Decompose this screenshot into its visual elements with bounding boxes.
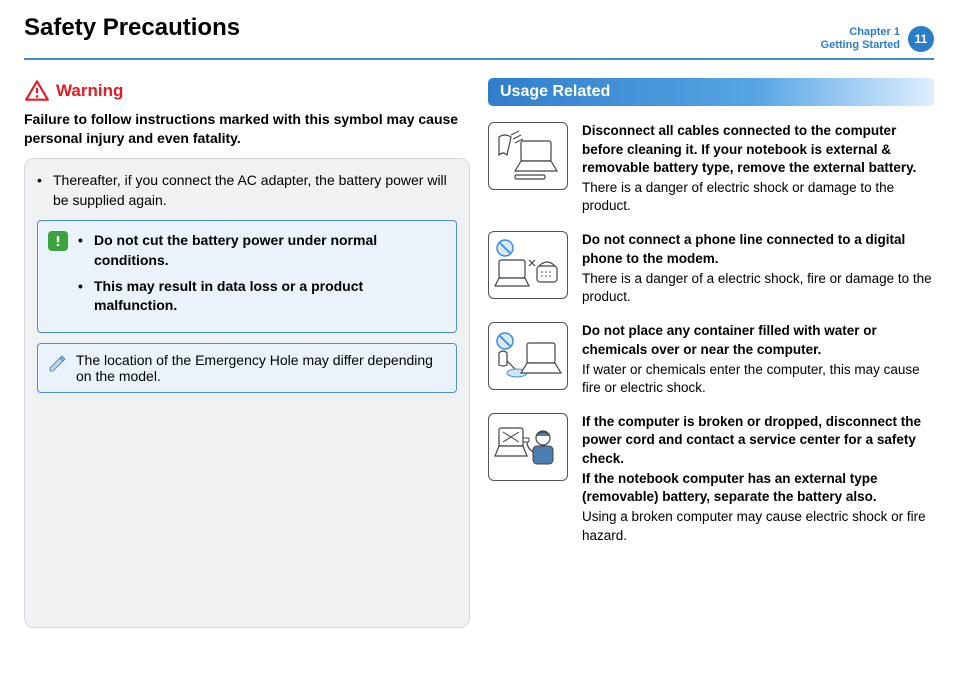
usage-text: Disconnect all cables connected to the c… (582, 122, 934, 217)
header-meta: Chapter 1 Getting Started 11 (821, 26, 934, 52)
caution-list: • Do not cut the battery power under nor… (78, 231, 444, 321)
section-banner-usage: Usage Related (488, 78, 934, 106)
usage-sub: There is a danger of electric shock or d… (582, 179, 934, 215)
usage-bold: If the computer is broken or dropped, di… (582, 413, 934, 468)
usage-text: If the computer is broken or dropped, di… (582, 413, 934, 547)
usage-bold-2: If the notebook computer has an external… (582, 470, 934, 506)
usage-item: Disconnect all cables connected to the c… (488, 122, 934, 217)
chapter-line-1: Chapter 1 (821, 26, 900, 39)
left-panel: • Thereafter, if you connect the AC adap… (24, 158, 470, 628)
usage-sub: Using a broken computer may cause electr… (582, 508, 934, 544)
usage-illustration-service (488, 413, 568, 481)
page-number-badge: 11 (908, 26, 934, 52)
right-column: Usage Related Disconnect all cables conn… (488, 78, 934, 628)
usage-illustration-phone (488, 231, 568, 299)
left-column: Warning Failure to follow instructions m… (24, 78, 470, 628)
note-box: The location of the Emergency Hole may d… (37, 343, 457, 393)
usage-bold: Do not place any container filled with w… (582, 322, 934, 358)
chapter-line-2: Getting Started (821, 39, 900, 52)
page-number: 11 (915, 32, 928, 46)
usage-item: Do not connect a phone line connected to… (488, 231, 934, 308)
usage-text: Do not connect a phone line connected to… (582, 231, 934, 308)
ac-adapter-text: Thereafter, if you connect the AC adapte… (53, 171, 457, 210)
bullet-icon: • (78, 277, 86, 316)
usage-illustration-water (488, 322, 568, 390)
document-page: Safety Precautions Chapter 1 Getting Sta… (0, 0, 954, 638)
page-header: Safety Precautions Chapter 1 Getting Sta… (24, 14, 934, 60)
content-columns: Warning Failure to follow instructions m… (24, 78, 934, 628)
usage-bold: Do not connect a phone line connected to… (582, 231, 934, 267)
bullet-icon: • (78, 231, 86, 270)
usage-sub: There is a danger of a electric shock, f… (582, 270, 934, 306)
note-text: The location of the Emergency Hole may d… (76, 352, 446, 384)
usage-item: If the computer is broken or dropped, di… (488, 413, 934, 547)
page-title: Safety Precautions (24, 14, 240, 42)
caution-bullet-1: • Do not cut the battery power under nor… (78, 231, 444, 270)
warning-label: Warning (56, 81, 123, 101)
chapter-info: Chapter 1 Getting Started (821, 26, 900, 52)
warning-heading: Warning (24, 78, 470, 104)
usage-item: Do not place any container filled with w… (488, 322, 934, 399)
usage-bold: Disconnect all cables connected to the c… (582, 122, 934, 177)
usage-illustration-cleaning (488, 122, 568, 190)
note-pencil-icon (48, 352, 68, 372)
warning-triangle-icon (24, 78, 50, 104)
usage-text: Do not place any container filled with w… (582, 322, 934, 399)
caution-bullet-2: • This may result in data loss or a prod… (78, 277, 444, 316)
bullet-icon: • (37, 171, 45, 210)
caution-text-1: Do not cut the battery power under norma… (94, 231, 444, 270)
warning-description: Failure to follow instructions marked wi… (24, 110, 470, 148)
usage-sub: If water or chemicals enter the computer… (582, 361, 934, 397)
caution-square-icon (48, 231, 68, 251)
caution-box: • Do not cut the battery power under nor… (37, 220, 457, 332)
ac-adapter-bullet: • Thereafter, if you connect the AC adap… (37, 171, 457, 210)
caution-text-2: This may result in data loss or a produc… (94, 277, 444, 316)
